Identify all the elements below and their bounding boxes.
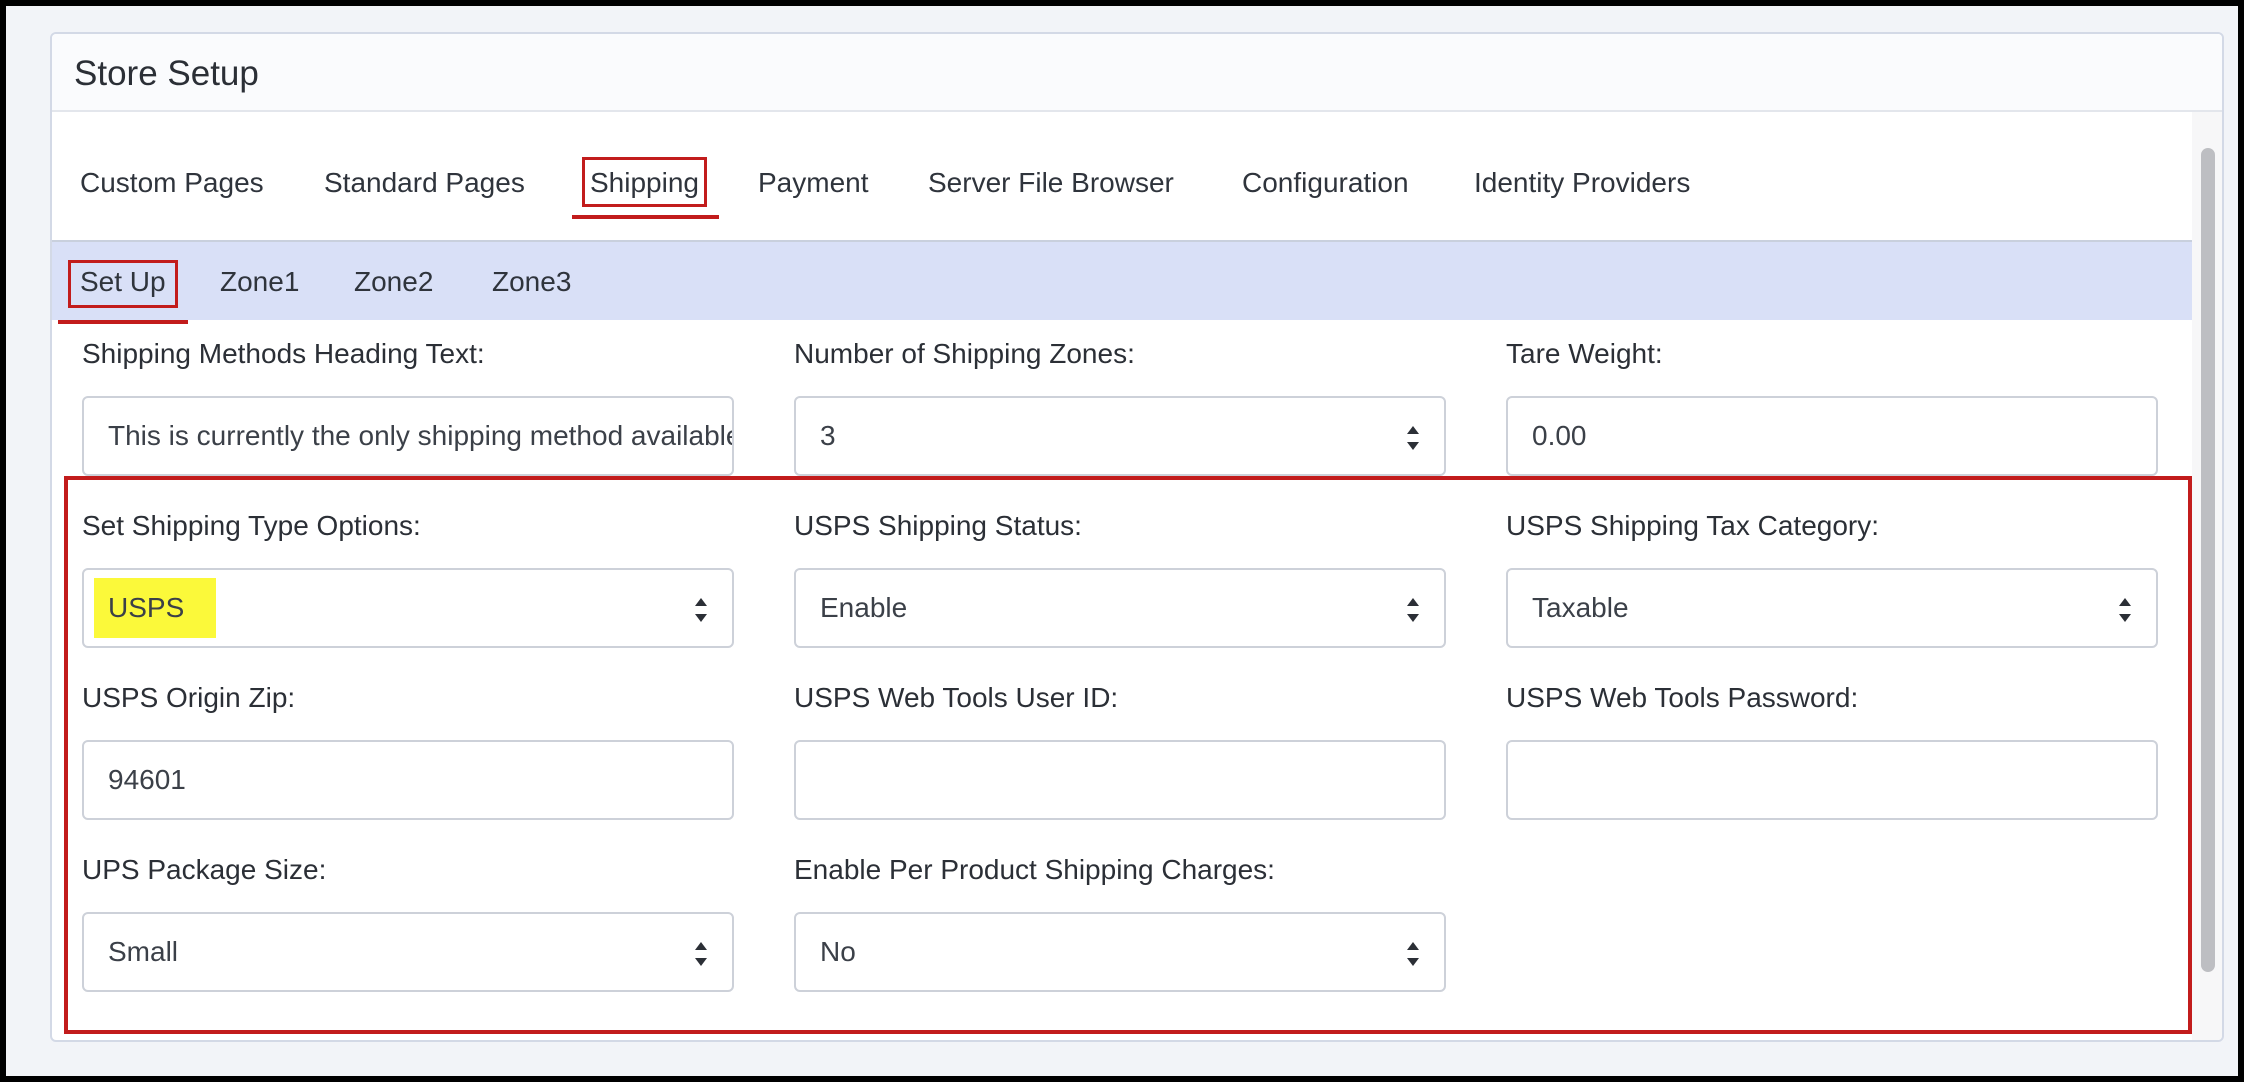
tab-shipping[interactable]: Shipping [572,157,719,219]
select-arrows-icon [1407,942,1419,966]
usps-zip-field-box [82,740,734,820]
usps-tax-select[interactable]: Taxable [1506,568,2158,648]
heading-text-input[interactable] [108,420,732,452]
usps-tax-value: Taxable [1532,592,1629,623]
tab-payment[interactable]: Payment [758,167,869,199]
usps-zip-label: USPS Origin Zip: [82,682,296,713]
select-arrows-icon [1407,426,1419,450]
select-arrows-icon [2119,598,2131,622]
page-title: Store Setup [74,54,259,93]
usps-user-id-input[interactable] [820,764,1444,796]
shipping-type-value: USPS [94,578,217,638]
usps-password-input[interactable] [1532,764,2156,796]
tab-standard-pages[interactable]: Standard Pages [324,167,525,199]
usps-status-select[interactable]: Enable [794,568,1446,648]
shipping-type-label: Set Shipping Type Options: [82,510,421,541]
tare-weight-label: Tare Weight: [1506,338,1663,369]
num-zones-label: Number of Shipping Zones: [794,338,1135,369]
select-arrows-icon [695,942,707,966]
subtab-zone3[interactable]: Zone3 [492,266,571,298]
heading-text-field-box [82,396,734,476]
usps-password-label: USPS Web Tools Password: [1506,682,1859,713]
main-tabs: Custom Pages Standard Pages Shipping Pay… [52,112,2194,242]
per-product-charges-select[interactable]: No [794,912,1446,992]
tab-custom-pages[interactable]: Custom Pages [80,167,264,199]
usps-user-id-field-box [794,740,1446,820]
num-zones-value: 3 [820,420,836,451]
usps-zip-input[interactable] [108,764,732,796]
tab-configuration[interactable]: Configuration [1242,167,1409,199]
tare-weight-field-box [1506,396,2158,476]
usps-status-value: Enable [820,592,908,623]
subtab-zone1[interactable]: Zone1 [220,266,299,298]
ups-package-size-label: UPS Package Size: [82,854,327,885]
scrollbar-thumb[interactable] [2201,148,2215,972]
tab-server-file-browser[interactable]: Server File Browser [928,167,1174,199]
tare-weight-input[interactable] [1532,420,2156,452]
ups-package-size-select[interactable]: Small [82,912,734,992]
subtab-set-up[interactable]: Set Up [58,260,188,324]
shipping-type-select[interactable]: USPS [82,568,734,648]
tab-highlight-box [582,157,707,207]
usps-user-id-label: USPS Web Tools User ID: [794,682,1119,713]
store-setup-panel: Store Setup Custom Pages Standard Pages … [50,32,2224,1042]
ups-package-size-value: Small [108,936,179,967]
vertical-scrollbar[interactable] [2192,112,2222,1040]
per-product-charges-value: No [820,936,856,967]
usps-password-field-box [1506,740,2158,820]
screenshot-frame: Store Setup Custom Pages Standard Pages … [0,0,2244,1082]
subtab-highlight-box [68,260,178,308]
select-arrows-icon [1407,598,1419,622]
per-product-charges-label: Enable Per Product Shipping Charges: [794,854,1275,885]
subtab-zone2[interactable]: Zone2 [354,266,433,298]
panel-header: Store Setup [52,34,2222,112]
usps-status-label: USPS Shipping Status: [794,510,1082,541]
shipping-subtabs: Set Up Zone1 Zone2 Zone3 [52,242,2194,324]
num-zones-select[interactable]: 3 [794,396,1446,476]
select-arrows-icon [695,598,707,622]
usps-tax-label: USPS Shipping Tax Category: [1506,510,1880,541]
tab-identity-providers[interactable]: Identity Providers [1474,167,1690,199]
heading-text-label: Shipping Methods Heading Text: [82,338,485,369]
